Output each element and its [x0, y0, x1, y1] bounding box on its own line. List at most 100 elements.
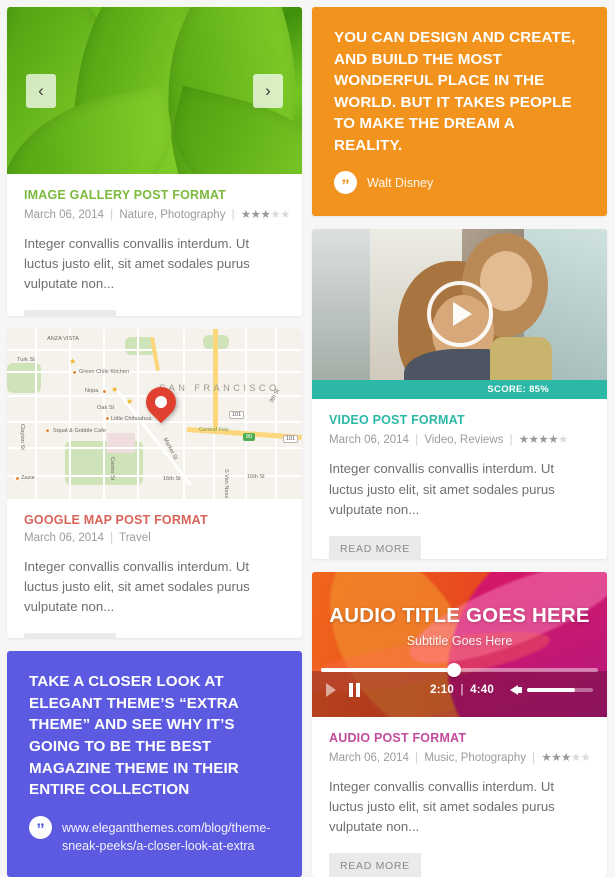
gallery-next-arrow-icon[interactable]: › — [253, 73, 283, 108]
map-poi-icon — [15, 475, 20, 481]
quote-text: TAKE A CLOSER LOOK AT ELEGANT THEME’S “E… — [29, 673, 239, 799]
star-rating: ★★★★★ — [240, 209, 291, 221]
post-body: GOOGLE MAP POST FORMAT March 06, 2014 | … — [7, 499, 302, 639]
post-body: IMAGE GALLERY POST FORMAT March 06, 2014… — [7, 174, 302, 316]
post-categories[interactable]: Video, Reviews — [424, 434, 503, 446]
audio-seek-bar[interactable] — [321, 662, 598, 677]
post-meta: March 06, 2014 | Music, Photography | ★★… — [329, 750, 591, 764]
meta-separator: | — [231, 209, 235, 221]
post-meta: March 06, 2014 | Travel — [24, 532, 285, 544]
map-label: 16th St — [163, 475, 181, 482]
quote-author: Walt Disney — [367, 176, 434, 191]
map-poi-icon — [105, 415, 110, 421]
audio-total-time: 4:40 — [470, 683, 494, 696]
quote-text: YOU CAN DESIGN AND CREATE, AND BUILD THE… — [334, 29, 576, 154]
post-excerpt: Integer convallis convallis interdum. Ut… — [24, 558, 250, 614]
map-label: Central Fwy — [199, 426, 229, 433]
map-label: Zazie — [21, 474, 35, 481]
post-body: AUDIO POST FORMAT March 06, 2014 | Music… — [312, 717, 607, 877]
post-categories[interactable]: Travel — [119, 532, 151, 544]
audio-pause-icon[interactable] — [349, 682, 360, 697]
audio-time-display: 2:10 | 4:40 — [430, 684, 494, 696]
gallery-slider[interactable]: ‹ › — [7, 7, 302, 174]
audio-seek-handle[interactable] — [446, 662, 461, 677]
map-poi-icon — [45, 427, 50, 433]
read-more-button[interactable]: READ MORE — [24, 310, 116, 316]
post-title[interactable]: AUDIO POST FORMAT — [329, 731, 590, 745]
highway-shield-icon: 80 — [243, 432, 256, 441]
post-title[interactable]: VIDEO POST FORMAT — [329, 413, 590, 427]
map-star-icon: ★ — [111, 384, 119, 394]
post-meta: March 06, 2014 | Video, Reviews | ★★★★★ — [329, 432, 590, 446]
meta-separator: | — [532, 751, 536, 764]
post-categories[interactable]: Nature, Photography — [119, 209, 225, 221]
map-star-icon: ★ — [69, 356, 77, 366]
play-button-icon[interactable] — [426, 281, 493, 348]
right-column: YOU CAN DESIGN AND CREATE, AND BUILD THE… — [312, 7, 607, 877]
post-date: March 06, 2014 — [24, 531, 104, 544]
speaker-icon[interactable] — [510, 684, 522, 695]
audio-seek-fill — [321, 667, 454, 672]
audio-player: AUDIO TITLE GOES HERE Subtitle Goes Here… — [312, 571, 607, 717]
google-map-post-card: SAN FRANCISCO ANZA VISTA Turk St Green C… — [7, 328, 302, 639]
meta-separator: | — [110, 209, 114, 221]
post-excerpt: Integer convallis convallis interdum. Ut… — [24, 236, 250, 292]
audio-subtitle: Subtitle Goes Here — [406, 633, 513, 648]
map-label: S Van Ness — [223, 468, 229, 498]
post-date: March 06, 2014 — [329, 751, 409, 764]
map-label: Oak St — [97, 404, 115, 411]
highway-shield-icon: 101 — [229, 410, 245, 419]
quote-source-link[interactable]: www.elegantthemes.com/blog/theme-sneak-p… — [62, 816, 280, 855]
star-rating: ★★★★★ — [541, 751, 591, 764]
meta-separator: | — [415, 434, 419, 447]
image-gallery-post-card: ‹ › IMAGE GALLERY POST FORMAT March 06, … — [7, 7, 302, 316]
meta-separator: | — [415, 751, 419, 764]
map-label: Castro St — [109, 456, 115, 481]
post-title[interactable]: IMAGE GALLERY POST FORMAT — [24, 188, 285, 202]
quote-footer: ” www.elegantthemes.com/blog/theme-sneak… — [29, 815, 280, 855]
post-excerpt: Integer convallis convallis interdum. Ut… — [329, 778, 555, 834]
google-map-embed[interactable]: SAN FRANCISCO ANZA VISTA Turk St Green C… — [7, 328, 302, 499]
map-label: Clayton St — [19, 423, 25, 450]
video-post-card: SCORE: 85% VIDEO POST FORMAT March 06, 2… — [312, 229, 607, 559]
read-more-button[interactable]: READ MORE — [329, 535, 421, 559]
audio-post-card: AUDIO TITLE GOES HERE Subtitle Goes Here… — [312, 571, 607, 877]
map-star-icon: ★ — [126, 396, 134, 406]
post-date: March 06, 2014 — [24, 209, 104, 221]
read-more-button[interactable]: READ MORE — [329, 852, 421, 877]
meta-separator: | — [110, 531, 114, 544]
gallery-prev-arrow-icon[interactable]: ‹ — [26, 73, 56, 108]
map-label: Green Chile Kitchen — [79, 368, 130, 375]
meta-separator: | — [509, 434, 513, 447]
video-thumbnail[interactable]: SCORE: 85% — [312, 229, 607, 400]
quote-mark-icon: ” — [334, 171, 357, 195]
map-poi-icon — [72, 369, 77, 375]
post-meta: March 06, 2014 | Nature, Photography | ★… — [24, 207, 290, 221]
audio-volume-control[interactable] — [510, 684, 593, 695]
map-label: Nopa — [85, 387, 99, 394]
read-more-button[interactable]: READ MORE — [24, 632, 116, 639]
map-label: Little Chihuahua — [111, 415, 152, 422]
highway-shield-icon: 101 — [283, 434, 299, 443]
quote-card-purple: TAKE A CLOSER LOOK AT ELEGANT THEME’S “E… — [7, 651, 302, 877]
map-label: 16th St — [247, 473, 265, 480]
map-label: Squat & Gobble Cafe — [53, 427, 106, 434]
quote-card-orange: YOU CAN DESIGN AND CREATE, AND BUILD THE… — [312, 7, 607, 217]
post-date: March 06, 2014 — [329, 434, 409, 447]
audio-current-time: 2:10 — [430, 683, 454, 696]
volume-slider[interactable] — [527, 687, 593, 692]
post-categories[interactable]: Music, Photography — [424, 752, 526, 764]
post-excerpt: Integer convallis convallis interdum. Ut… — [329, 461, 555, 517]
left-column: ‹ › IMAGE GALLERY POST FORMAT March 06, … — [7, 7, 302, 877]
audio-control-row: 2:10 | 4:40 — [312, 682, 607, 697]
map-city-label: SAN FRANCISCO — [159, 382, 280, 393]
quote-footer: ” Walt Disney — [334, 171, 585, 195]
video-score-badge: SCORE: 85% — [312, 380, 607, 400]
map-label: ANZA VISTA — [47, 335, 79, 342]
map-poi-icon — [102, 388, 107, 394]
volume-fill — [527, 687, 575, 692]
post-body: VIDEO POST FORMAT March 06, 2014 | Video… — [312, 399, 607, 559]
post-title[interactable]: GOOGLE MAP POST FORMAT — [24, 513, 285, 527]
audio-title: AUDIO TITLE GOES HERE — [329, 603, 590, 627]
audio-play-icon[interactable] — [326, 682, 336, 697]
